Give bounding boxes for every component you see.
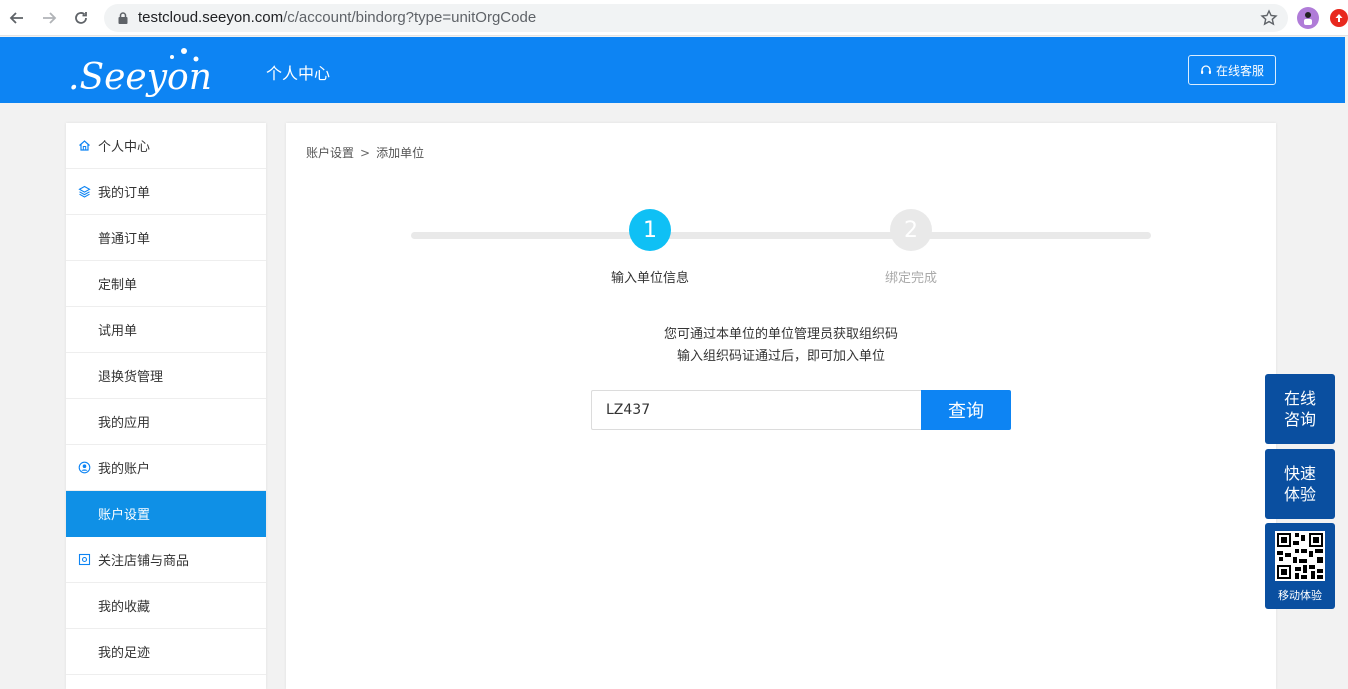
lock-icon bbox=[118, 12, 128, 24]
person-icon bbox=[1304, 12, 1312, 25]
quick-line1: 快速 bbox=[1283, 464, 1316, 483]
seeyon-logo[interactable]: .Seeyon bbox=[68, 45, 218, 97]
headset-icon bbox=[1200, 65, 1211, 74]
mobile-experience-button[interactable]: 移动体验 bbox=[1265, 523, 1335, 609]
step-1-label: 输入单位信息 bbox=[610, 271, 689, 286]
main-panel: 账户设置 > 添加单位 1 2 输入单位信息 绑定完成 您可通过本单位的单位管理员获… bbox=[286, 123, 1276, 689]
sidebar-item-personal-center[interactable]: 个人中心 bbox=[66, 123, 266, 169]
sidebar-item-label: 个人中心 bbox=[98, 140, 151, 155]
sidebar-item-label: 账户设置 bbox=[98, 508, 151, 523]
sidebar-item-history[interactable]: 我的足迹 bbox=[66, 629, 266, 675]
online-service-button[interactable]: 在线客服 bbox=[1188, 55, 1276, 85]
url-path: /c/account/bindorg?type=unitOrgCode bbox=[283, 9, 537, 26]
sidebar-item-returns[interactable]: 退换货管理 bbox=[66, 353, 266, 399]
quick-line2: 体验 bbox=[1283, 485, 1316, 504]
breadcrumb: 账户设置 > 添加单位 bbox=[306, 144, 424, 161]
arrow-left-icon bbox=[9, 12, 23, 24]
qr-code-icon bbox=[1275, 531, 1325, 581]
step-1-circle: 1 bbox=[629, 209, 671, 251]
consult-line2: 咨询 bbox=[1283, 410, 1316, 429]
consult-line1: 在线 bbox=[1283, 389, 1316, 408]
sidebar-item-trial-orders[interactable]: 试用单 bbox=[66, 307, 266, 353]
extension-upload-icon[interactable] bbox=[1330, 9, 1348, 27]
sidebar-item-my-orders[interactable]: 我的订单 bbox=[66, 169, 266, 215]
step-2-circle: 2 bbox=[890, 209, 932, 251]
forward-button[interactable] bbox=[38, 7, 60, 29]
step-2-label: 绑定完成 bbox=[884, 271, 937, 286]
header-title: 个人中心 bbox=[266, 64, 331, 83]
logo-text: .Seeyon bbox=[68, 57, 212, 97]
hint-text-line1: 您可通过本单位的单位管理员获取组织码 bbox=[663, 327, 898, 342]
url-host: testcloud.seeyon.com bbox=[138, 9, 284, 26]
sidebar-menu: 个人中心 我的订单 普通订单 定制单 试用单 退换货管理 我的应用 我的账户 账… bbox=[66, 123, 266, 689]
arrow-right-icon bbox=[43, 12, 57, 24]
bookmark-star-icon[interactable] bbox=[1260, 9, 1278, 27]
sidebar-item-my-account[interactable]: 我的账户 bbox=[66, 445, 266, 491]
arrow-up-icon bbox=[1335, 14, 1343, 22]
sidebar-item-account-settings[interactable]: 账户设置 bbox=[66, 491, 266, 537]
sidebar-item-label: 我的收藏 bbox=[98, 600, 151, 615]
home-icon bbox=[78, 139, 91, 152]
mobile-experience-label: 移动体验 bbox=[1278, 589, 1322, 602]
reload-icon bbox=[75, 12, 87, 24]
address-bar[interactable]: testcloud.seeyon.com/c/account/bindorg?t… bbox=[104, 4, 1288, 32]
sidebar-item-label: 关注店铺与商品 bbox=[98, 554, 190, 569]
reload-button[interactable] bbox=[70, 7, 92, 29]
sidebar-item-label: 我的账户 bbox=[98, 462, 151, 477]
sidebar-item-followed-shops[interactable]: 关注店铺与商品 bbox=[66, 537, 266, 583]
back-button[interactable] bbox=[6, 7, 28, 29]
sidebar-item-label: 定制单 bbox=[98, 278, 138, 293]
sidebar-item-favorites[interactable]: 我的收藏 bbox=[66, 583, 266, 629]
sidebar-item-label: 普通订单 bbox=[98, 232, 151, 247]
breadcrumb-parent[interactable]: 账户设置 bbox=[306, 146, 354, 160]
sidebar-item-label: 我的足迹 bbox=[98, 646, 151, 661]
user-circle-icon bbox=[78, 461, 91, 474]
breadcrumb-separator: > bbox=[360, 146, 371, 160]
sidebar-item-label: 我的订单 bbox=[98, 186, 151, 201]
sidebar-item-label: 试用单 bbox=[98, 324, 138, 339]
online-consult-button[interactable]: 在线 咨询 bbox=[1265, 374, 1335, 444]
url-text: testcloud.seeyon.com/c/account/bindorg?t… bbox=[138, 9, 536, 26]
sidebar-item-label: 我的应用 bbox=[98, 416, 151, 431]
browser-toolbar: testcloud.seeyon.com/c/account/bindorg?t… bbox=[0, 0, 1348, 36]
layers-icon bbox=[78, 185, 91, 198]
query-button[interactable]: 查询 bbox=[921, 390, 1011, 430]
quick-experience-button[interactable]: 快速 体验 bbox=[1265, 449, 1335, 519]
extension-avatar-icon[interactable] bbox=[1297, 7, 1319, 29]
sidebar-item-label: 退换货管理 bbox=[98, 370, 164, 385]
shop-icon bbox=[78, 553, 91, 566]
sidebar-item-normal-orders[interactable]: 普通订单 bbox=[66, 215, 266, 261]
org-code-input[interactable] bbox=[591, 390, 921, 430]
step-progress-track bbox=[411, 232, 1151, 239]
sidebar-item-custom-orders[interactable]: 定制单 bbox=[66, 261, 266, 307]
online-service-label: 在线客服 bbox=[1215, 63, 1264, 78]
sidebar-item-my-apps[interactable]: 我的应用 bbox=[66, 399, 266, 445]
breadcrumb-current: 添加单位 bbox=[376, 146, 425, 160]
site-header: .Seeyon 个人中心 在线客服 bbox=[0, 37, 1345, 103]
hint-text-line2: 输入组织码证通过后，即可加入单位 bbox=[676, 349, 885, 364]
